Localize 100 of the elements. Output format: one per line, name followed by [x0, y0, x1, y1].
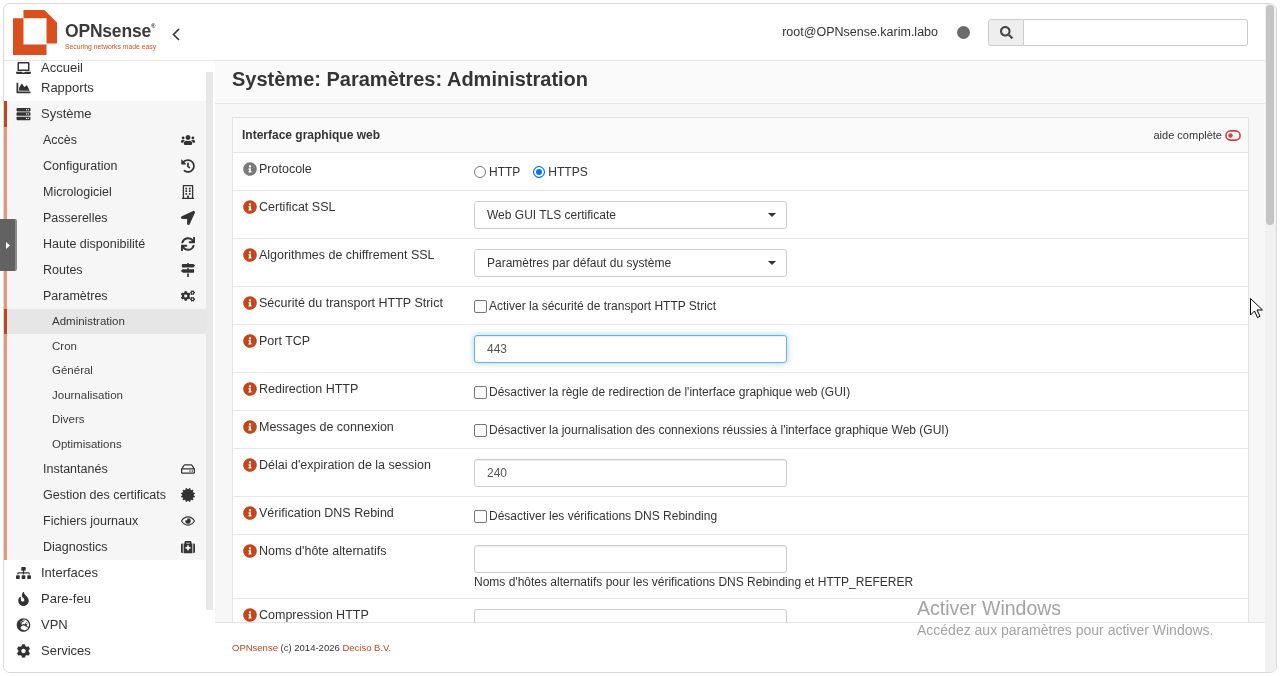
sidebar-toggle-button[interactable] — [0, 219, 17, 271]
field-label: Messages de connexion — [259, 420, 394, 434]
checkbox-label: Désactiver les vérifications DNS Rebinding — [489, 509, 718, 523]
info-icon[interactable] — [243, 608, 257, 622]
field-label: Sécurité du transport HTTP Strict — [259, 296, 443, 310]
area-chart-icon — [16, 81, 31, 95]
sidebar-item[interactable]: Système — [4, 101, 206, 127]
logo-icon — [13, 9, 57, 55]
info-icon[interactable] — [243, 544, 257, 558]
brand-name: OPNsense$^{®}$ — [65, 21, 157, 41]
globe-icon — [16, 618, 31, 632]
scrollbar-thumb[interactable] — [1266, 5, 1274, 225]
submenu-item[interactable]: Administration — [4, 309, 206, 334]
hard-drive-icon — [181, 462, 195, 476]
footer-link[interactable]: Deciso B.V. — [342, 642, 392, 653]
select-field[interactable]: Web GUI TLS certificate — [474, 201, 787, 229]
toggle-switch[interactable] — [1225, 129, 1241, 141]
sidebar-scrollbar[interactable] — [206, 72, 213, 610]
field-label: Port TCP — [259, 334, 311, 348]
info-icon[interactable] — [243, 506, 257, 520]
submenu-item[interactable]: Accès — [18, 127, 206, 153]
help-toggle-label: aide complète — [1153, 129, 1222, 141]
field-label: Noms d'hôte alternatifs — [259, 544, 387, 558]
search-icon — [999, 25, 1013, 39]
submenu-item[interactable]: Fichiers journaux — [18, 508, 206, 534]
building-icon — [181, 185, 195, 199]
page-scrollbar[interactable] — [1265, 4, 1276, 672]
checkbox-label: Désactiver la journalisation des connexions réussies à l'interface graphique Web (GUI) — [489, 423, 949, 437]
submenu-item[interactable]: Gestion des certificats — [18, 482, 206, 508]
checkbox[interactable] — [474, 423, 487, 437]
submenu-item[interactable]: Haute disponibilité — [18, 231, 206, 257]
info-icon[interactable] — [243, 296, 257, 310]
submenu-item[interactable]: Divers — [4, 407, 206, 432]
field-label: Protocole — [259, 162, 312, 176]
info-icon[interactable] — [243, 420, 257, 434]
info-icon[interactable] — [243, 200, 257, 214]
sidebar-item[interactable]: Interfaces — [4, 560, 206, 586]
field-label: Certificat SSL — [259, 200, 336, 214]
seal-icon — [181, 488, 195, 502]
caret-down-icon — [768, 213, 776, 217]
select-field[interactable]: Paramètres par défaut du système — [474, 249, 787, 277]
submenu-item[interactable]: Optimisations — [4, 431, 206, 456]
sidebar-item[interactable]: Rapports — [4, 75, 206, 101]
medkit-icon — [181, 540, 195, 554]
status-dot-icon — [957, 25, 970, 39]
sidebar-item[interactable]: VPN — [4, 612, 206, 638]
submenu-item[interactable]: Diagnostics — [18, 534, 206, 560]
text-field[interactable]: 240 — [474, 459, 787, 487]
caret-down-icon — [768, 261, 776, 265]
radio-button[interactable] — [474, 166, 486, 178]
eye-icon — [181, 514, 195, 528]
activation-title: Activer Windows — [917, 596, 1062, 620]
settings-icon — [16, 644, 31, 658]
info-icon[interactable] — [243, 458, 257, 472]
sidebar-item[interactable]: Accueil — [4, 61, 206, 75]
field-label: Redirection HTTP — [259, 382, 359, 396]
text-field[interactable] — [474, 545, 787, 573]
flame-icon — [16, 592, 31, 606]
field-label: Délai d'expiration de la session — [259, 458, 431, 472]
checkbox[interactable] — [474, 299, 487, 313]
radio-label: HTTP — [489, 165, 521, 179]
submenu-item[interactable]: Général — [4, 358, 206, 383]
submenu-item[interactable]: Paramètres — [18, 283, 206, 309]
info-icon[interactable] — [243, 334, 257, 348]
sidebar-item[interactable]: Pare-feu — [4, 586, 206, 612]
gears-icon — [181, 289, 195, 303]
field-label: Vérification DNS Rebind — [259, 506, 394, 520]
search-field[interactable] — [1024, 18, 1248, 46]
text-field[interactable]: 443 — [474, 335, 787, 363]
search-button[interactable] — [988, 18, 1024, 46]
submenu-item[interactable]: Instantanés — [18, 456, 206, 482]
copyright-text: OPNsense (c) 2014-2026 Deciso B.V. — [232, 642, 392, 653]
sidebar-collapse-button[interactable] — [172, 27, 181, 41]
sidebar-item[interactable]: Services — [4, 638, 206, 664]
radio-label: HTTPS — [548, 165, 588, 179]
chevron-left-icon — [172, 27, 181, 41]
user-name[interactable]: root@OPNsense.karim.labo — [782, 25, 938, 39]
sync-icon — [181, 237, 195, 251]
radio-button[interactable] — [533, 166, 546, 178]
submenu-item[interactable]: Journalisation — [4, 382, 206, 407]
activation-text: Accédez aux paramètres pour activer Windows. — [917, 621, 1214, 639]
submenu-item[interactable]: Routes — [18, 257, 206, 283]
checkbox[interactable] — [474, 385, 487, 399]
checkbox[interactable] — [474, 509, 487, 523]
submenu-item[interactable]: Configuration — [18, 153, 206, 179]
checkbox-label: Activer la sécurité de transport HTTP Strict — [489, 299, 717, 313]
submenu-item[interactable]: Micrologiciel — [18, 179, 206, 205]
submenu-item[interactable]: Cron — [4, 333, 206, 358]
users-icon — [181, 133, 195, 147]
footer-link[interactable]: OPNsense — [232, 642, 278, 653]
page-title: Système: Paramètres: Administration — [232, 67, 589, 91]
field-label: Compression HTTP — [259, 608, 369, 622]
submenu-item[interactable]: Passerelles — [18, 205, 206, 231]
info-icon[interactable] — [243, 162, 257, 176]
caret-right-icon — [5, 241, 10, 249]
info-icon[interactable] — [243, 248, 257, 262]
field-hint: Noms d'hôtes alternatifs pour les vérifications DNS Rebinding et HTTP_REFERER — [474, 575, 914, 589]
field-label: Algorithmes de chiffrement SSL — [259, 248, 435, 262]
info-icon[interactable] — [243, 382, 257, 396]
checkbox-label: Désactiver la règle de redirection de l'interface graphique web (GUI) — [489, 385, 851, 399]
